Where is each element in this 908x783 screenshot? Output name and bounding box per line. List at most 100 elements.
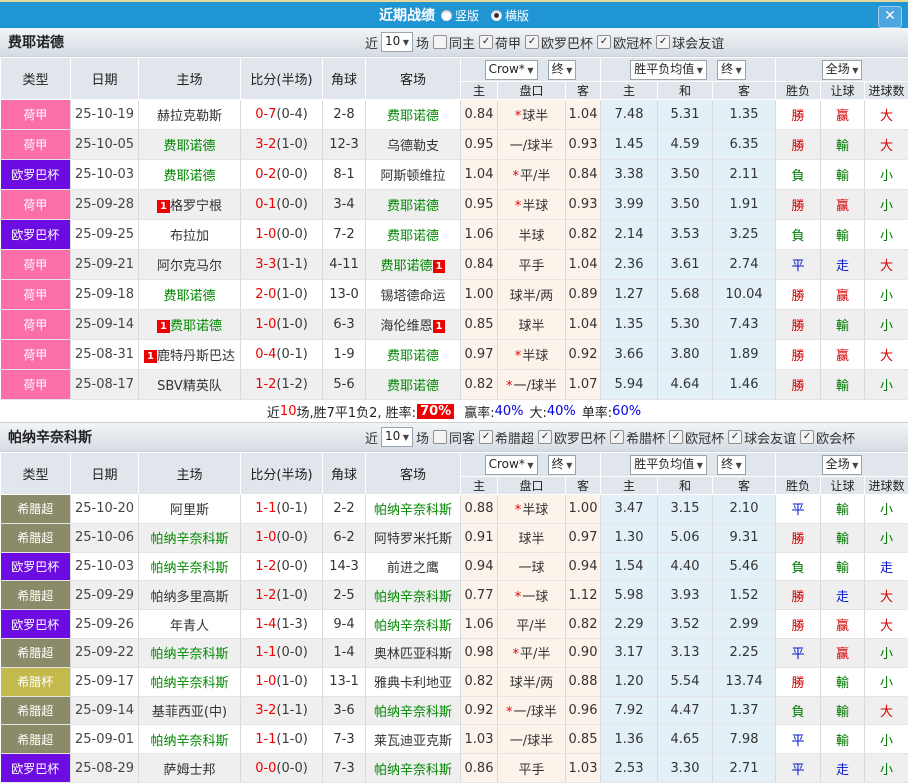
home-odds: 0.85 bbox=[461, 310, 498, 340]
league-checkbox[interactable]: ✓ bbox=[525, 35, 539, 49]
handicap-star: * bbox=[515, 503, 522, 518]
result-goals: 小 bbox=[865, 523, 908, 552]
league-checkbox[interactable]: ✓ bbox=[479, 430, 493, 444]
score-cell: 0-2(0-0) bbox=[241, 160, 323, 190]
away-team-cell: 雅典卡利地亚 bbox=[366, 667, 461, 696]
away-team-cell: 费耶诺德1 bbox=[366, 250, 461, 280]
league-checkbox[interactable]: ✓ bbox=[597, 35, 611, 49]
home-odds: 0.97 bbox=[461, 340, 498, 370]
home-team-cell: SBV精英队 bbox=[139, 370, 241, 400]
avg-away: 2.74 bbox=[713, 250, 776, 280]
away-odds: 0.82 bbox=[566, 610, 601, 639]
summary-win-rate: 70% bbox=[417, 404, 454, 419]
radio-horizontal[interactable]: 横版 bbox=[491, 7, 529, 24]
corner-count: 8-1 bbox=[323, 160, 366, 190]
radio-vertical-icon[interactable] bbox=[441, 10, 452, 21]
avg-away: 6.35 bbox=[713, 130, 776, 160]
handicap-cell: *半球 bbox=[498, 495, 566, 524]
away-team-cell: 费耶诺德 bbox=[366, 340, 461, 370]
score-cell: 1-1(1-0) bbox=[241, 725, 323, 754]
scope-select[interactable]: 全场 bbox=[822, 60, 863, 80]
same-venue-checkbox[interactable] bbox=[433, 35, 447, 49]
odds-source-select[interactable]: Crow* bbox=[485, 455, 538, 475]
odds-final-select[interactable]: 终 bbox=[548, 60, 577, 80]
league-checkbox[interactable]: ✓ bbox=[728, 430, 742, 444]
away-odds: 0.88 bbox=[566, 667, 601, 696]
same-venue-label: 同客 bbox=[449, 428, 475, 447]
results-table: 类型 日期 主场 比分(半场) 角球 客场 Crow* 终 胜平负均值 终 bbox=[0, 57, 908, 400]
fulltime-score: 1-2 bbox=[255, 377, 276, 392]
league-type-badge: 荷甲 bbox=[1, 280, 71, 310]
odds-final-select[interactable]: 终 bbox=[548, 455, 577, 475]
home-team-name: 年青人 bbox=[170, 619, 209, 634]
table-row: 荷甲25-09-18费耶诺德2-0(1-0)13-0锡塔德命运1.00球半/两0… bbox=[1, 280, 908, 310]
score-cell: 1-1(0-1) bbox=[241, 495, 323, 524]
avg-select[interactable]: 胜平负均值 bbox=[630, 455, 707, 475]
match-date: 25-10-05 bbox=[71, 130, 139, 160]
avg-final-select[interactable]: 终 bbox=[717, 60, 746, 80]
league-checkbox-label: 欧冠杯 bbox=[685, 428, 724, 447]
summary-stat-label: 赢率: bbox=[464, 402, 494, 421]
away-team-cell: 费耶诺德 bbox=[366, 370, 461, 400]
radio-horizontal-label[interactable]: 横版 bbox=[505, 7, 529, 24]
handicap-cell: *半球 bbox=[498, 190, 566, 220]
odds-source-select[interactable]: Crow* bbox=[485, 60, 538, 80]
score-cell: 1-0(1-0) bbox=[241, 667, 323, 696]
avg-final-select[interactable]: 终 bbox=[717, 455, 746, 475]
col-odds-away: 客 bbox=[566, 82, 601, 100]
radio-vertical-label[interactable]: 竖版 bbox=[455, 7, 479, 24]
home-odds: 1.06 bbox=[461, 220, 498, 250]
same-venue-checkbox[interactable] bbox=[433, 430, 447, 444]
result-goals: 小 bbox=[865, 495, 908, 524]
league-checkbox[interactable]: ✓ bbox=[479, 35, 493, 49]
result-handicap: 輸 bbox=[821, 667, 865, 696]
odds-group-header: Crow* 终 bbox=[461, 453, 601, 477]
league-checkbox[interactable]: ✓ bbox=[800, 430, 814, 444]
radio-horizontal-icon[interactable] bbox=[491, 10, 502, 21]
section-panathinaikos: 帕纳辛奈科斯 近10场同客✓希腊超✓欧罗巴杯✓希腊杯✓欧冠杯✓球会友谊✓欧会杯 … bbox=[0, 423, 908, 783]
col-home: 主场 bbox=[139, 58, 241, 100]
col-res-goals: 进球数 bbox=[865, 82, 908, 100]
score-cell: 3-3(1-1) bbox=[241, 250, 323, 280]
halftime-score: (1-0) bbox=[276, 588, 307, 603]
scope-select[interactable]: 全场 bbox=[822, 455, 863, 475]
league-checkbox[interactable]: ✓ bbox=[538, 430, 552, 444]
avg-draw: 5.54 bbox=[658, 667, 713, 696]
home-team-cell: 帕纳多里高斯 bbox=[139, 581, 241, 610]
halftime-score: (1-2) bbox=[276, 377, 307, 392]
handicap-cell: *一/球半 bbox=[498, 370, 566, 400]
handicap-cell: 球半/两 bbox=[498, 667, 566, 696]
match-date: 25-09-14 bbox=[71, 696, 139, 725]
result-handicap: 輸 bbox=[821, 552, 865, 581]
match-count-select[interactable]: 10 bbox=[381, 32, 413, 52]
home-odds: 1.06 bbox=[461, 610, 498, 639]
odds-group-header: Crow* 终 bbox=[461, 58, 601, 82]
rank-badge: 1 bbox=[144, 350, 157, 363]
radio-vertical[interactable]: 竖版 bbox=[441, 7, 479, 24]
away-team-cell: 帕纳辛奈科斯 bbox=[366, 581, 461, 610]
result-handicap: 赢 bbox=[821, 638, 865, 667]
match-count-select[interactable]: 10 bbox=[381, 427, 413, 447]
result-wdl: 平 bbox=[776, 495, 821, 524]
avg-select[interactable]: 胜平负均值 bbox=[630, 60, 707, 80]
col-odds-home: 主 bbox=[461, 82, 498, 100]
close-icon[interactable]: ✕ bbox=[878, 6, 902, 28]
summary-stat-value: 60% bbox=[612, 404, 641, 419]
score-cell: 3-2(1-0) bbox=[241, 130, 323, 160]
col-corner: 角球 bbox=[323, 58, 366, 100]
league-checkbox[interactable]: ✓ bbox=[610, 430, 624, 444]
league-checkbox-label: 欧罗巴杯 bbox=[541, 33, 593, 52]
scope-group-header: 全场 bbox=[776, 453, 908, 477]
home-team-name: 帕纳辛奈科斯 bbox=[150, 734, 228, 749]
away-odds: 1.04 bbox=[566, 250, 601, 280]
league-checkbox-label: 欧罗巴杯 bbox=[554, 428, 606, 447]
league-checkbox[interactable]: ✓ bbox=[669, 430, 683, 444]
result-handicap: 赢 bbox=[821, 340, 865, 370]
corner-count: 13-0 bbox=[323, 280, 366, 310]
league-checkbox[interactable]: ✓ bbox=[656, 35, 670, 49]
away-team-name: 费耶诺德 bbox=[381, 259, 433, 274]
fulltime-score: 0-4 bbox=[255, 347, 276, 362]
score-cell: 1-0(0-0) bbox=[241, 220, 323, 250]
halftime-score: (0-0) bbox=[276, 227, 307, 242]
away-team-cell: 阿特罗米托斯 bbox=[366, 523, 461, 552]
